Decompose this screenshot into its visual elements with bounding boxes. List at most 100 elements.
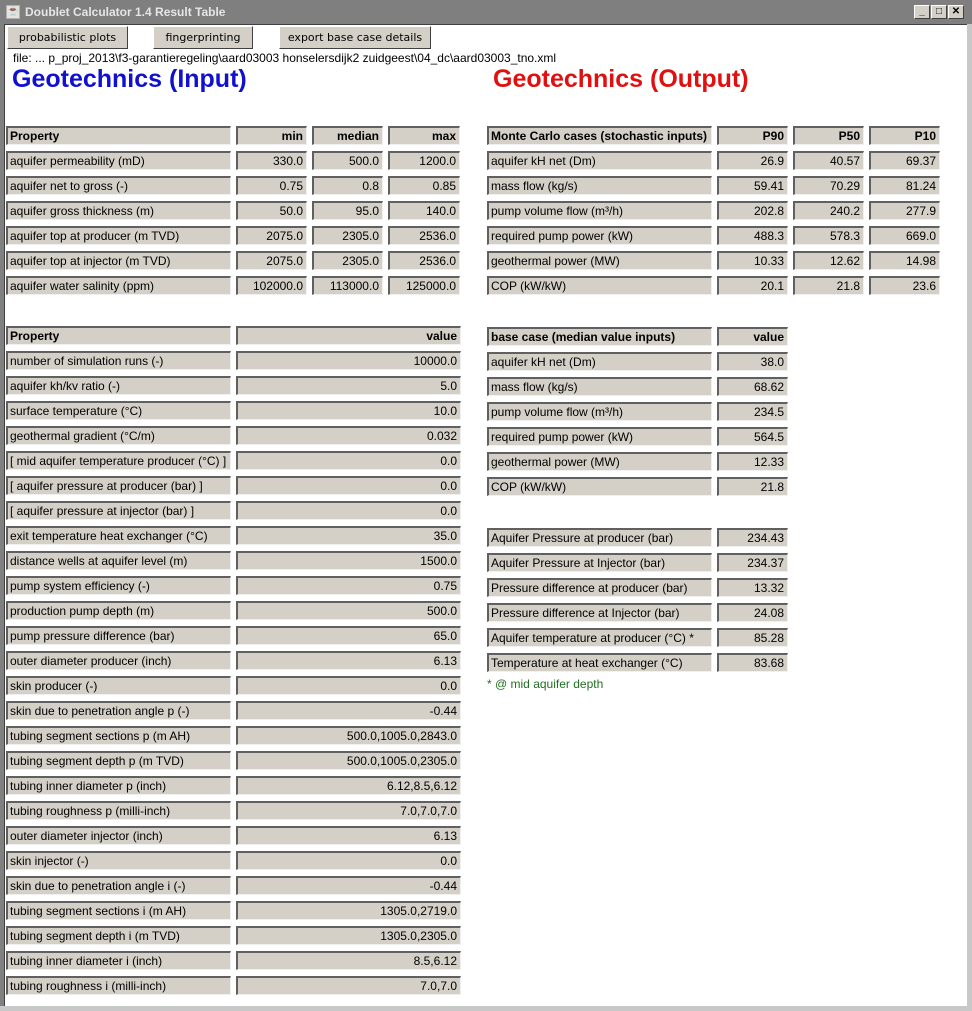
property-value: 2305.0 bbox=[312, 226, 383, 245]
result-value: 234.43 bbox=[717, 528, 788, 547]
property-label: outer diameter injector (inch) bbox=[6, 826, 231, 845]
probabilistic-plots-button[interactable]: probabilistic plots bbox=[7, 26, 128, 49]
maximize-icon[interactable]: □ bbox=[931, 5, 947, 19]
fingerprinting-button[interactable]: fingerprinting bbox=[153, 26, 253, 49]
property-value: 1200.0 bbox=[388, 151, 460, 170]
result-value: 21.8 bbox=[717, 477, 788, 496]
property-value: 102000.0 bbox=[236, 276, 307, 295]
result-value: 12.62 bbox=[793, 251, 864, 270]
property-value: 10.0 bbox=[236, 401, 461, 420]
column-header: max bbox=[388, 126, 460, 145]
property-value: 0.85 bbox=[388, 176, 460, 195]
result-label: Pressure difference at producer (bar) bbox=[487, 578, 712, 597]
result-value: 578.3 bbox=[793, 226, 864, 245]
property-value: 0.032 bbox=[236, 426, 461, 445]
property-value: 7.0,7.0 bbox=[236, 976, 461, 995]
java-app-icon: ☕ bbox=[6, 5, 20, 19]
property-label: tubing roughness p (milli-inch) bbox=[6, 801, 231, 820]
result-label: COP (kW/kW) bbox=[487, 276, 712, 295]
column-header: Monte Carlo cases (stochastic inputs) bbox=[487, 126, 712, 145]
output-heading: Geotechnics (Output) bbox=[493, 65, 749, 93]
property-label: aquifer net to gross (-) bbox=[6, 176, 231, 195]
column-header: median bbox=[312, 126, 383, 145]
result-label: Aquifer Pressure at Injector (bar) bbox=[487, 553, 712, 572]
property-value: 500.0,1005.0,2305.0 bbox=[236, 751, 461, 770]
property-value: 65.0 bbox=[236, 626, 461, 645]
result-value: 69.37 bbox=[869, 151, 940, 170]
result-value: 83.68 bbox=[717, 653, 788, 672]
title-bar: ☕ Doublet Calculator 1.4 Result Table _ … bbox=[0, 0, 972, 24]
result-value: 68.62 bbox=[717, 377, 788, 396]
result-value: 81.24 bbox=[869, 176, 940, 195]
property-value: 10000.0 bbox=[236, 351, 461, 370]
result-value: 38.0 bbox=[717, 352, 788, 371]
property-label: pump system efficiency (-) bbox=[6, 576, 231, 595]
result-value: 234.5 bbox=[717, 402, 788, 421]
property-label: aquifer top at injector (m TVD) bbox=[6, 251, 231, 270]
property-value: 0.0 bbox=[236, 501, 461, 520]
property-value: -0.44 bbox=[236, 701, 461, 720]
result-label: required pump power (kW) bbox=[487, 427, 712, 446]
property-value: 2536.0 bbox=[388, 226, 460, 245]
result-label: mass flow (kg/s) bbox=[487, 176, 712, 195]
property-value: 113000.0 bbox=[312, 276, 383, 295]
property-value: 5.0 bbox=[236, 376, 461, 395]
property-label: number of simulation runs (-) bbox=[6, 351, 231, 370]
result-value: 202.8 bbox=[717, 201, 788, 220]
property-label: pump pressure difference (bar) bbox=[6, 626, 231, 645]
property-value: 125000.0 bbox=[388, 276, 460, 295]
result-label: geothermal power (MW) bbox=[487, 251, 712, 270]
property-value: 6.13 bbox=[236, 826, 461, 845]
result-label: aquifer kH net (Dm) bbox=[487, 352, 712, 371]
column-header: min bbox=[236, 126, 307, 145]
column-header: Property bbox=[6, 326, 231, 345]
property-label: skin due to penetration angle p (-) bbox=[6, 701, 231, 720]
property-label: tubing roughness i (milli-inch) bbox=[6, 976, 231, 995]
column-header: P50 bbox=[793, 126, 864, 145]
property-value: 2305.0 bbox=[312, 251, 383, 270]
result-value: 13.32 bbox=[717, 578, 788, 597]
result-value: 85.28 bbox=[717, 628, 788, 647]
content-panel: probabilistic plots fingerprinting expor… bbox=[4, 24, 967, 1006]
result-label: COP (kW/kW) bbox=[487, 477, 712, 496]
result-value: 564.5 bbox=[717, 427, 788, 446]
result-value: 14.98 bbox=[869, 251, 940, 270]
property-value: 6.12,8.5,6.12 bbox=[236, 776, 461, 795]
window-controls: _ □ ✕ bbox=[914, 5, 964, 19]
property-value: -0.44 bbox=[236, 876, 461, 895]
result-value: 24.08 bbox=[717, 603, 788, 622]
property-value: 140.0 bbox=[388, 201, 460, 220]
minimize-icon[interactable]: _ bbox=[914, 5, 930, 19]
property-label: [ aquifer pressure at injector (bar) ] bbox=[6, 501, 231, 520]
close-icon[interactable]: ✕ bbox=[948, 5, 964, 19]
property-value: 6.13 bbox=[236, 651, 461, 670]
property-label: aquifer water salinity (ppm) bbox=[6, 276, 231, 295]
property-value: 0.0 bbox=[236, 851, 461, 870]
window-title: Doublet Calculator 1.4 Result Table bbox=[25, 5, 226, 19]
property-label: skin producer (-) bbox=[6, 676, 231, 695]
property-value: 1305.0,2305.0 bbox=[236, 926, 461, 945]
result-label: mass flow (kg/s) bbox=[487, 377, 712, 396]
property-value: 2075.0 bbox=[236, 251, 307, 270]
column-header: P10 bbox=[869, 126, 940, 145]
result-label: pump volume flow (m³/h) bbox=[487, 201, 712, 220]
file-path: file: ... p_proj_2013\f3-garantieregelin… bbox=[13, 51, 557, 65]
result-value: 488.3 bbox=[717, 226, 788, 245]
property-value: 1500.0 bbox=[236, 551, 461, 570]
result-label: Aquifer temperature at producer (°C) * bbox=[487, 628, 712, 647]
result-label: geothermal power (MW) bbox=[487, 452, 712, 471]
result-value: 26.9 bbox=[717, 151, 788, 170]
property-label: [ mid aquifer temperature producer (°C) … bbox=[6, 451, 231, 470]
property-value: 2075.0 bbox=[236, 226, 307, 245]
export-base-case-details-button[interactable]: export base case details bbox=[279, 26, 431, 49]
property-value: 8.5,6.12 bbox=[236, 951, 461, 970]
property-label: surface temperature (°C) bbox=[6, 401, 231, 420]
property-value: 0.0 bbox=[236, 451, 461, 470]
window-border-right bbox=[967, 24, 972, 1011]
property-value: 500.0 bbox=[312, 151, 383, 170]
result-label: Pressure difference at Injector (bar) bbox=[487, 603, 712, 622]
property-label: [ aquifer pressure at producer (bar) ] bbox=[6, 476, 231, 495]
column-header: value bbox=[236, 326, 461, 345]
property-value: 2536.0 bbox=[388, 251, 460, 270]
property-label: tubing segment depth p (m TVD) bbox=[6, 751, 231, 770]
